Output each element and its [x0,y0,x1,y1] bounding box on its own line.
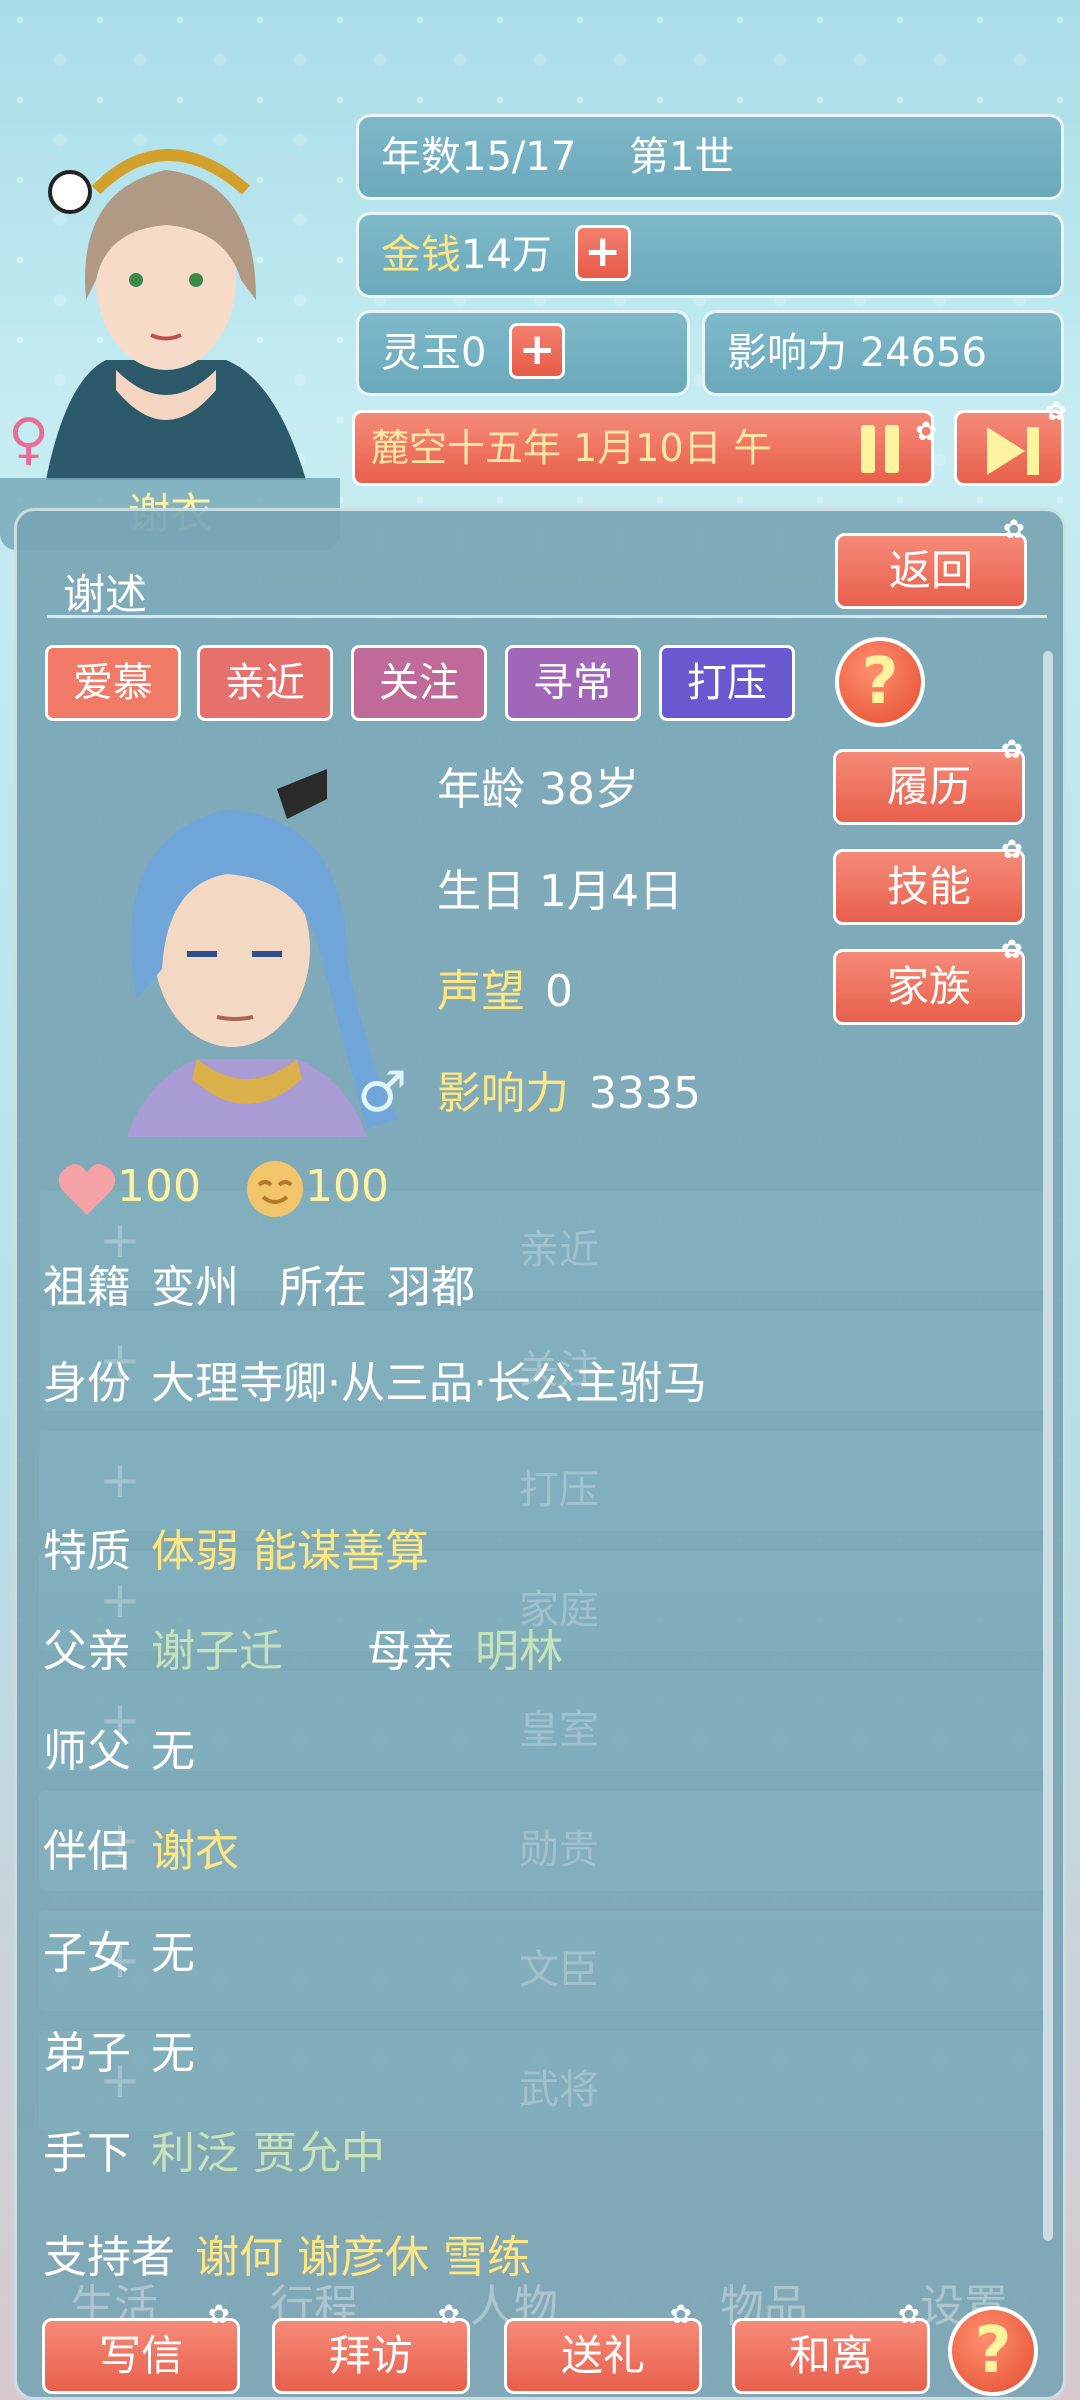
tab-attention[interactable]: 关注 [351,645,487,721]
years-row: 年数15/17 第1世 [356,114,1064,200]
sparkle-icon: ✿ [438,2300,460,2330]
father-label: 父亲 [43,1626,131,1677]
play-icon [987,427,1025,475]
player-influence: 影响力 24656 [727,330,987,376]
generation-text: 第1世 [629,134,735,180]
origin-label: 祖籍 [43,1262,131,1313]
father-value[interactable]: 谢子迁 [151,1626,283,1677]
add-jade-button[interactable]: + [509,323,566,379]
smile-face-icon [246,1161,303,1217]
sparkle-icon: ✿ [1003,515,1025,545]
help-button[interactable]: ? [835,637,925,727]
master-line: 师父无 [43,1715,195,1779]
male-icon: ♂ [357,1060,408,1125]
location-label: 所在 [279,1262,367,1313]
love-value: 100 [117,1161,201,1212]
sparkle-icon: ✿ [208,2300,230,2330]
tab-suppress[interactable]: 打压 [659,645,795,721]
years-text: 年数15/17 [381,134,577,180]
subordinates-value[interactable]: 利泛 贾允中 [151,2128,385,2179]
master-value: 无 [151,1726,195,1777]
fast-forward-button[interactable]: ✿ [954,397,1067,486]
toggle-dot-icon[interactable] [48,170,92,214]
spouse-line: 伴侣 谢衣 [43,1815,239,1879]
traits-label: 特质 [43,1526,131,1577]
money-label: 金钱 [381,232,461,278]
fame-line: 声望 0 [437,955,573,1019]
sparkle-icon: ✿ [670,2300,692,2330]
resume-button[interactable]: 履历 [833,749,1025,825]
money-value: 14万 [461,232,552,278]
children-line: 子女无 [43,1917,195,1981]
plus-icon: + [99,1451,141,1509]
age-text: 年龄 38岁 [437,764,639,815]
origin-value: 变州 [151,1262,239,1313]
influence-row: 影响力 24656 [702,310,1064,396]
sparkle-icon: ✿ [898,2300,920,2330]
bg-row-label: 皇室 [519,1707,599,1753]
fame-label: 声望 [437,966,525,1017]
jade-row: 灵玉0 + [356,310,690,396]
date-bar: 麓空十五年 1月10日 午 ✿ [352,410,937,486]
children-value: 无 [151,1928,195,1979]
identity-label: 身份 [43,1358,131,1409]
disciples-line: 弟子无 [43,2017,195,2081]
children-label: 子女 [43,1928,131,1979]
title-divider [47,615,1047,618]
character-name-title: 谢述 [63,570,148,619]
location-value: 羽都 [387,1262,475,1313]
mother-value[interactable]: 明林 [475,1626,563,1677]
bottom-help-button[interactable]: ? [948,2306,1038,2396]
scrollbar[interactable] [1043,651,1053,2241]
birthday-text: 生日 1月4日 [437,866,683,917]
subordinates-line: 手下 利泛 贾允中 [43,2117,385,2181]
pause-icon[interactable] [857,425,903,473]
clan-button[interactable]: 家族 [833,949,1025,1025]
disciples-label: 弟子 [43,2028,131,2079]
traits-value[interactable]: 体弱 能谋善算 [151,1526,429,1577]
identity-value: 大理寺卿·从三品·长公主驸马 [151,1358,707,1409]
heart-icon [58,1164,116,1215]
tab-adore[interactable]: 爱慕 [45,645,181,721]
affection-row: 100 100 [57,1159,389,1219]
master-label: 师父 [43,1726,131,1777]
influence-line: 影响力 3335 [437,1057,701,1121]
jade-label: 灵玉 [381,330,461,376]
game-date: 麓空十五年 1月10日 午 [371,426,772,470]
money-row: 金钱14万 + [356,212,1064,298]
mother-label: 母亲 [367,1626,455,1677]
back-button[interactable]: 返回 [835,533,1027,609]
traits-line: 特质 体弱 能谋善算 [43,1515,429,1579]
bg-row-label: 武将 [519,2067,599,2113]
mood-value: 100 [304,1161,389,1212]
tab-close[interactable]: 亲近 [197,645,333,721]
parents-line: 父亲 谢子迁 母亲 明林 [43,1615,563,1679]
sparkle-icon: ✿ [1001,835,1023,865]
jade-value: 0 [461,330,487,376]
bg-row-label: 勋贵 [519,1827,599,1873]
tab-ordinary[interactable]: 寻常 [505,645,641,721]
bg-row-label: 亲近 [519,1227,599,1273]
sparkle-icon: ✿ [915,417,937,447]
character-panel: + 亲近 + 关注 + 打压 + 家庭 + 皇室 + 勋贵 + 文臣 + 武将 … [14,508,1066,2400]
female-icon: ♀ [8,407,50,472]
bg-row-label: 打压 [519,1467,599,1513]
add-money-button[interactable]: + [574,225,631,281]
influence-value: 3335 [589,1068,701,1119]
spouse-label: 伴侣 [43,1826,131,1877]
sparkle-icon: ✿ [1045,397,1067,427]
disciples-value: 无 [151,2028,195,2079]
sparkle-icon: ✿ [1001,735,1023,765]
skills-button[interactable]: 技能 [833,849,1025,925]
sparkle-icon: ✿ [1001,935,1023,965]
bg-row-label: 文臣 [519,1947,599,1993]
fame-value: 0 [545,966,573,1017]
identity-line: 身份 大理寺卿·从三品·长公主驸马 [43,1347,707,1411]
skip-bar-icon [1027,427,1039,475]
origin-line: 祖籍 变州 所在 羽都 [43,1251,475,1315]
subordinates-label: 手下 [43,2128,131,2179]
influence-label: 影响力 [437,1068,569,1119]
player-portrait[interactable]: ♀ 谢衣 [0,60,340,550]
spouse-value[interactable]: 谢衣 [151,1826,239,1877]
